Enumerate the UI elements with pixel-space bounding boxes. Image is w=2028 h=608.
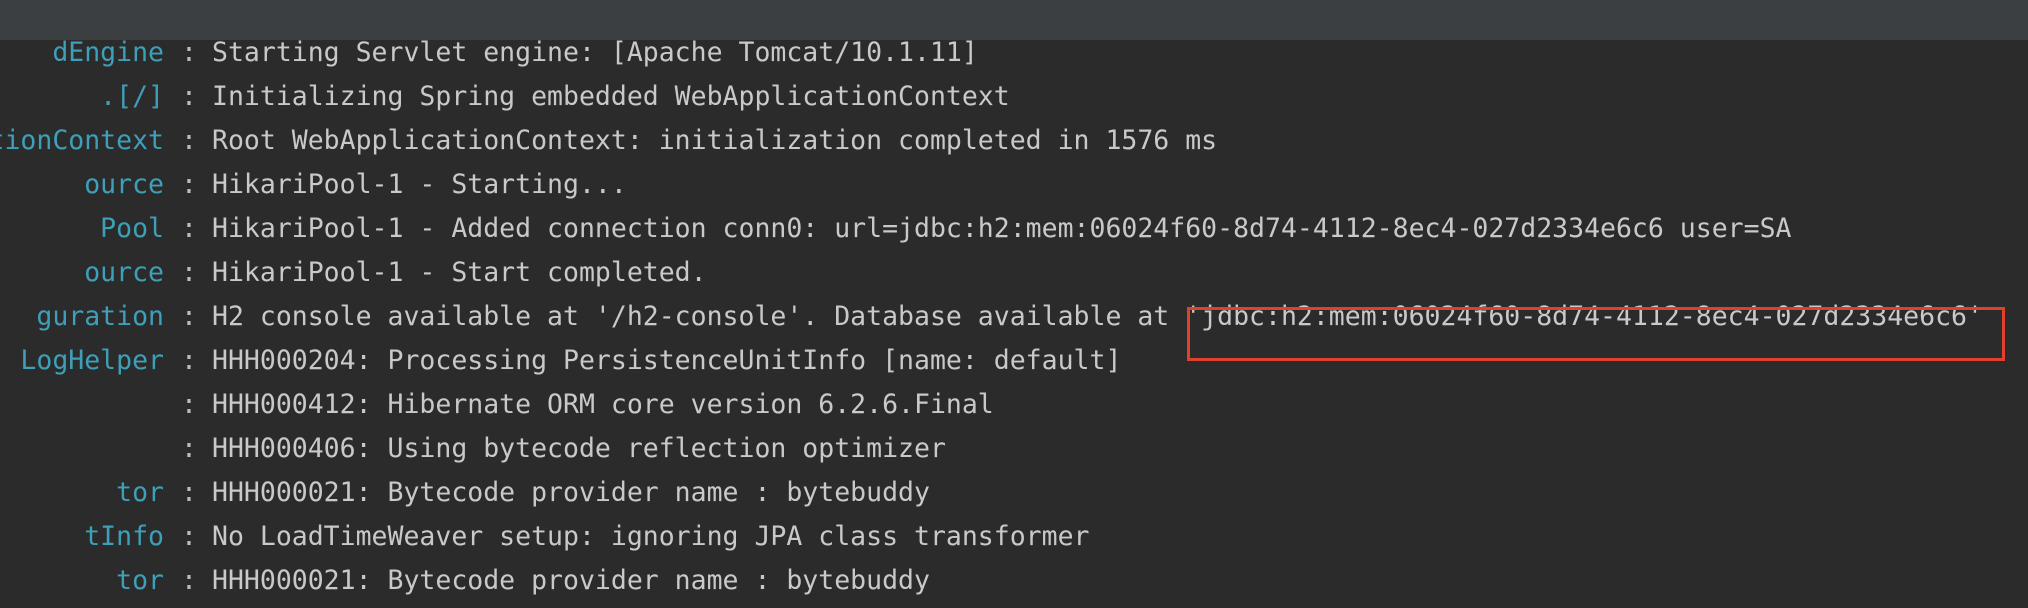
- log-separator: :: [181, 433, 197, 464]
- logger-name: guration: [36, 301, 164, 332]
- log-line: ource : HikariPool-1 - Starting...: [0, 163, 2028, 207]
- log-line: : HHH000406: Using bytecode reflection o…: [0, 427, 2028, 471]
- log-separator: :: [181, 81, 197, 112]
- logger-name: LogHelper: [20, 345, 164, 376]
- log-line: guration : H2 console available at '/h2-…: [0, 295, 2028, 339]
- log-line: tor : HHH000021: Bytecode provider name …: [0, 471, 2028, 515]
- logger-name: tionContext: [0, 125, 164, 156]
- run-console: dEngine : Starting Servlet engine: [Apac…: [0, 0, 2028, 608]
- log-line: tInfo : No LoadTimeWeaver setup: ignorin…: [0, 515, 2028, 559]
- log-separator: :: [181, 301, 197, 332]
- log-message: HHH000021: Bytecode provider name : byte…: [212, 565, 930, 596]
- log-line: : HHH000412: Hibernate ORM core version …: [0, 383, 2028, 427]
- logger-name: tor: [116, 477, 164, 508]
- log-separator: :: [181, 213, 197, 244]
- log-line: Pool : HikariPool-1 - Added connection c…: [0, 207, 2028, 251]
- log-separator: :: [181, 345, 197, 376]
- log-message: HikariPool-1 - Added connection conn0: u…: [212, 213, 1792, 244]
- log-message: HHH000412: Hibernate ORM core version 6.…: [212, 389, 994, 420]
- log-separator: :: [181, 521, 197, 552]
- log-line: tionContext : Root WebApplicationContext…: [0, 119, 2028, 163]
- logger-name: tor: [116, 565, 164, 596]
- logger-name: ource: [84, 169, 164, 200]
- logger-name: ource: [84, 257, 164, 288]
- log-separator: :: [181, 477, 197, 508]
- log-message: Root WebApplicationContext: initializati…: [212, 125, 1218, 156]
- log-output[interactable]: dEngine : Starting Servlet engine: [Apac…: [0, 31, 2028, 608]
- log-message: HikariPool-1 - Starting...: [212, 169, 627, 200]
- log-separator: :: [181, 389, 197, 420]
- log-separator: :: [181, 125, 197, 156]
- log-separator: :: [181, 257, 197, 288]
- logger-name: Pool: [100, 213, 164, 244]
- log-message: HHH000021: Bytecode provider name : byte…: [212, 477, 930, 508]
- log-line: tor : HHH000021: Bytecode provider name …: [0, 559, 2028, 603]
- log-line: .[/] : Initializing Spring embedded WebA…: [0, 75, 2028, 119]
- log-line: LogHelper : HHH000204: Processing Persis…: [0, 339, 2028, 383]
- log-line: ource : HikariPool-1 - Start completed.: [0, 251, 2028, 295]
- logger-name: tInfo: [84, 521, 164, 552]
- log-separator: :: [181, 565, 197, 596]
- log-message: HHH000406: Using bytecode reflection opt…: [212, 433, 946, 464]
- log-separator: :: [181, 169, 197, 200]
- logger-name: dEngine: [52, 37, 164, 68]
- log-message: Starting Servlet engine: [Apache Tomcat/…: [212, 37, 978, 68]
- log-separator: :: [181, 37, 197, 68]
- log-message: HikariPool-1 - Start completed.: [212, 257, 707, 288]
- logger-name: .[/]: [100, 81, 164, 112]
- log-message: Initializing Spring embedded WebApplicat…: [212, 81, 1010, 112]
- log-message: No LoadTimeWeaver setup: ignoring JPA cl…: [212, 521, 1090, 552]
- log-message: HHH000204: Processing PersistenceUnitInf…: [212, 345, 1122, 376]
- log-line: dEngine : Starting Servlet engine: [Apac…: [0, 31, 2028, 75]
- log-message: H2 console available at '/h2-console'. D…: [212, 301, 1983, 332]
